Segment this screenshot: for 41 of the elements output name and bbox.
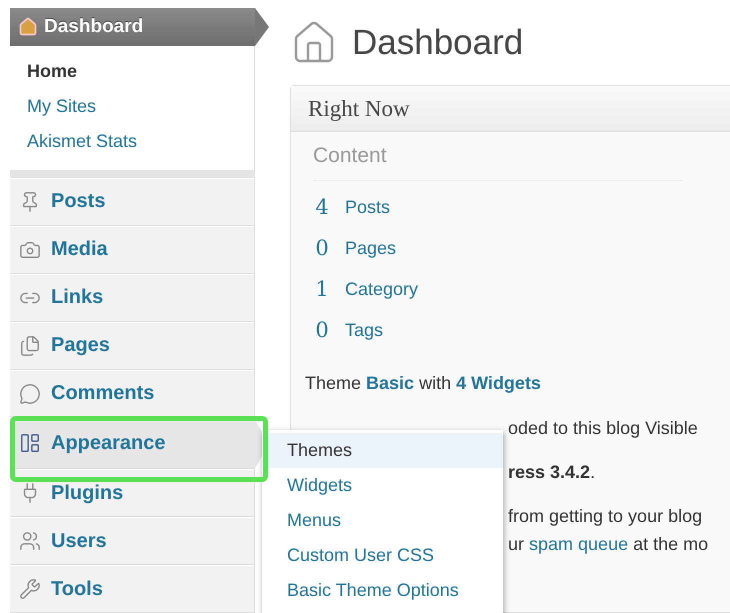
pages-icon <box>19 334 41 357</box>
count[interactable]: 4 <box>313 195 331 219</box>
submenu-item[interactable]: Akismet Stats <box>27 130 138 152</box>
sidebar-menu-item[interactable]: Links <box>10 274 255 322</box>
sidebar-menu-item[interactable]: Pages <box>10 322 255 370</box>
sidebar-menu-item[interactable]: Media <box>10 226 255 274</box>
home-icon <box>18 16 38 37</box>
submenu-item[interactable]: Home <box>27 60 78 82</box>
submenu-item[interactable]: Custom User CSS <box>262 538 503 573</box>
count[interactable]: 0 <box>313 318 331 342</box>
text-link[interactable]: Basic <box>366 373 414 393</box>
section-heading: Content <box>313 144 683 181</box>
submenu-item[interactable]: Widgets <box>262 468 503 503</box>
sidebar-menu-item[interactable]: Users <box>10 517 255 566</box>
sidebar-menu-item[interactable]: Comments <box>10 370 255 418</box>
speech-bubble-icon <box>19 382 41 404</box>
panel-title: Right Now <box>291 86 730 132</box>
stat-link[interactable]: Posts <box>345 196 390 218</box>
summary-text: Theme Basic with 4 Widgets <box>305 373 541 393</box>
menu-label: Dashboard <box>44 16 144 38</box>
sidebar-menu-item[interactable]: Tools <box>10 565 255 613</box>
summary-text: ress 3.4.2. <box>508 462 596 482</box>
submenu-item[interactable]: My Sites <box>27 94 96 117</box>
submenu-item[interactable]: Basic Theme Options <box>262 573 503 608</box>
count[interactable]: 0 <box>313 236 331 260</box>
wrench-icon <box>19 578 41 600</box>
page-title: Dashboard <box>352 22 524 62</box>
count[interactable]: 1 <box>313 277 331 301</box>
stat-link[interactable]: Category <box>345 278 418 300</box>
summary-text: ur spam queue at the mo <box>508 534 708 554</box>
text-link[interactable]: spam queue <box>529 534 628 554</box>
layout-icon <box>19 432 41 454</box>
people-icon <box>19 530 41 552</box>
stat-link[interactable]: Tags <box>345 320 384 340</box>
submenu-item[interactable]: Themes <box>262 433 503 468</box>
text-link[interactable]: 4 Widgets <box>456 373 541 393</box>
summary-text: oded to this blog Visible <box>508 418 698 438</box>
submenu-item[interactable]: Menus <box>262 503 503 538</box>
summary-text: from getting to your blog <box>508 506 702 526</box>
sidebar-menu-item[interactable]: Posts <box>10 178 255 226</box>
stat-link[interactable]: Pages <box>345 238 396 258</box>
